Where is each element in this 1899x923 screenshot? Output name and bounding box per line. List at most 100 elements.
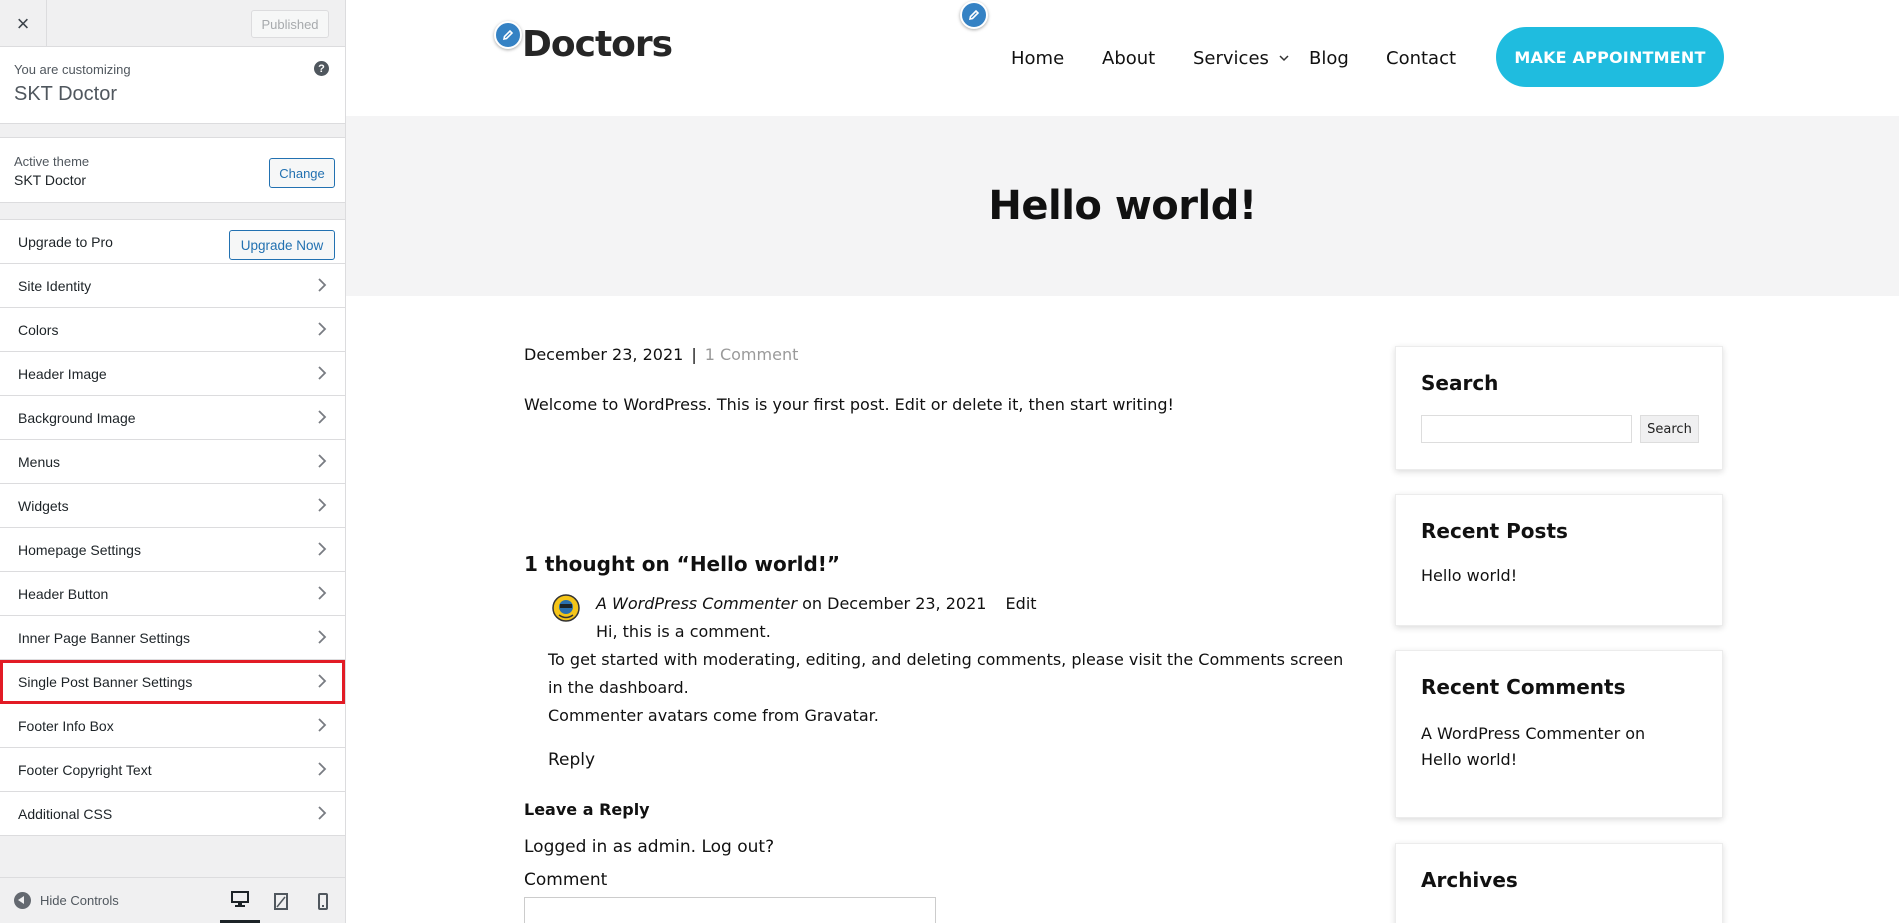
panel-header-button[interactable]: Header Button xyxy=(0,572,345,616)
comment-count-link[interactable]: 1 Comment xyxy=(705,345,799,364)
edit-menu-pencil-icon[interactable] xyxy=(960,1,988,29)
edit-logo-pencil-icon[interactable] xyxy=(494,21,522,49)
comment-edit-link[interactable]: Edit xyxy=(1006,594,1037,613)
comment-line: To get started with moderating, editing,… xyxy=(548,650,1344,669)
recent-post-link[interactable]: Hello world! xyxy=(1421,566,1697,585)
panel-label: Footer Copyright Text xyxy=(18,761,152,778)
nav-about[interactable]: About xyxy=(1102,48,1155,69)
panel-single-post-banner-settings[interactable]: Single Post Banner Settings xyxy=(0,660,345,704)
collapse-arrow-icon xyxy=(14,892,31,909)
search-button[interactable]: Search xyxy=(1640,415,1699,443)
widget-title: Archives xyxy=(1421,868,1518,892)
panel-background-image[interactable]: Background Image xyxy=(0,396,345,440)
mobile-icon[interactable] xyxy=(303,878,343,923)
chevron-right-icon xyxy=(318,322,327,336)
recent-comment-post[interactable]: Hello world! xyxy=(1421,750,1517,769)
recent-comments-widget: Recent Comments A WordPress Commenter on… xyxy=(1395,650,1723,818)
panel-footer-copyright-text[interactable]: Footer Copyright Text xyxy=(0,748,345,792)
chevron-right-icon xyxy=(318,762,327,776)
chevron-right-icon xyxy=(318,366,327,380)
banner-title: Hello world! xyxy=(988,183,1257,229)
customizing-label: You are customizing xyxy=(14,62,131,77)
panel-inner-page-banner-settings[interactable]: Inner Page Banner Settings xyxy=(0,616,345,660)
comment-line-text: Commenter avatars come from xyxy=(548,706,805,725)
comment-line: Commenter avatars come from Gravatar. xyxy=(548,702,1353,730)
panel-additional-css[interactable]: Additional CSS xyxy=(0,792,345,836)
customizer-header: × Published xyxy=(0,0,345,47)
widget-title: Recent Posts xyxy=(1421,519,1568,543)
chevron-right-icon xyxy=(318,806,327,820)
comment-header: A WordPress Commenter on December 23, 20… xyxy=(548,590,1353,618)
comment-line-text: . xyxy=(873,706,879,725)
site-title: SKT Doctor xyxy=(14,83,117,105)
tablet-icon[interactable] xyxy=(261,878,301,923)
recent-comment-on: on xyxy=(1625,724,1646,743)
recent-comment-author[interactable]: A WordPress Commenter xyxy=(1421,724,1620,743)
upgrade-to-pro-label: Upgrade to Pro xyxy=(18,233,113,250)
chevron-right-icon xyxy=(318,454,327,468)
panel-menus[interactable]: Menus xyxy=(0,440,345,484)
panel-site-identity[interactable]: Site Identity xyxy=(0,264,345,308)
panel-homepage-settings[interactable]: Homepage Settings xyxy=(0,528,345,572)
page-banner: Hello world! xyxy=(346,116,1899,296)
post-body: Welcome to WordPress. This is your first… xyxy=(524,395,1174,414)
hide-controls-button[interactable]: Hide Controls xyxy=(0,892,119,909)
nav-contact[interactable]: Contact xyxy=(1386,48,1456,69)
panel-label: Site Identity xyxy=(18,277,92,294)
chevron-right-icon xyxy=(318,498,327,512)
chevron-right-icon xyxy=(318,586,327,600)
desktop-icon[interactable] xyxy=(220,878,260,923)
panel-label: Inner Page Banner Settings xyxy=(18,629,191,646)
nav-services[interactable]: Services xyxy=(1193,48,1269,69)
comments-heading: 1 thought on “Hello world!” xyxy=(524,552,841,576)
change-theme-button[interactable]: Change xyxy=(269,158,335,188)
comment-date[interactable]: December 23, 2021 xyxy=(827,594,986,613)
chevron-right-icon xyxy=(318,674,327,688)
help-icon[interactable]: ? xyxy=(314,61,329,76)
panel-label: Widgets xyxy=(18,497,69,514)
panel-colors[interactable]: Colors xyxy=(0,308,345,352)
panel-footer-info-box[interactable]: Footer Info Box xyxy=(0,704,345,748)
panel-label: Footer Info Box xyxy=(18,717,114,734)
comment-textarea[interactable] xyxy=(524,897,936,923)
comment-line: Hi, this is a comment. xyxy=(596,622,771,641)
panel-label: Colors xyxy=(18,321,59,338)
nav-home[interactable]: Home xyxy=(1011,48,1064,69)
panel-label: Header Image xyxy=(18,365,107,382)
post-content: December 23, 2021 | 1 Comment Welcome to W… xyxy=(524,345,1354,923)
chevron-right-icon xyxy=(318,542,327,556)
post-meta: December 23, 2021 | 1 Comment xyxy=(524,345,1354,364)
widget-title: Recent Comments xyxy=(1421,675,1626,699)
reply-link[interactable]: Reply xyxy=(548,750,595,770)
close-icon[interactable]: × xyxy=(0,0,47,47)
comment-author[interactable]: A WordPress Commenter xyxy=(596,594,797,613)
chevron-right-icon xyxy=(318,630,327,644)
logged-in-text[interactable]: Logged in as admin. Log out? xyxy=(524,837,774,857)
site-logo[interactable]: Doctors xyxy=(522,24,673,65)
customizer-footer: Hide Controls xyxy=(0,877,345,923)
widget-title: Search xyxy=(1421,371,1499,395)
archives-widget: Archives xyxy=(1395,843,1723,923)
panel-list: Upgrade to Pro Upgrade Now Site Identity… xyxy=(0,219,345,836)
comment-line: in the dashboard. xyxy=(548,678,689,697)
make-appointment-button[interactable]: MAKE APPOINTMENT xyxy=(1496,27,1724,87)
comment: A WordPress Commenter on December 23, 20… xyxy=(548,590,1353,730)
recent-comment-item: A WordPress Commenter on Hello world! xyxy=(1421,721,1697,773)
chevron-right-icon xyxy=(318,718,327,732)
panel-label: Menus xyxy=(18,453,61,470)
upgrade-now-button[interactable]: Upgrade Now xyxy=(229,230,335,260)
panel-widgets[interactable]: Widgets xyxy=(0,484,345,528)
site-preview: Doctors Home About Services Blog Contact… xyxy=(346,0,1899,923)
leave-reply-heading: Leave a Reply xyxy=(524,800,650,819)
chevron-down-icon[interactable] xyxy=(1279,54,1289,62)
panel-label: Homepage Settings xyxy=(18,541,141,558)
site-header: Doctors Home About Services Blog Contact… xyxy=(346,0,1899,115)
active-theme-section: Active theme SKT Doctor Change xyxy=(0,137,345,203)
search-widget: Search Search xyxy=(1395,346,1723,470)
published-button[interactable]: Published xyxy=(251,10,329,38)
post-date[interactable]: December 23, 2021 xyxy=(524,345,683,364)
gravatar-link[interactable]: Gravatar xyxy=(804,706,873,725)
search-input[interactable] xyxy=(1421,415,1632,443)
nav-blog[interactable]: Blog xyxy=(1309,48,1349,69)
panel-header-image[interactable]: Header Image xyxy=(0,352,345,396)
